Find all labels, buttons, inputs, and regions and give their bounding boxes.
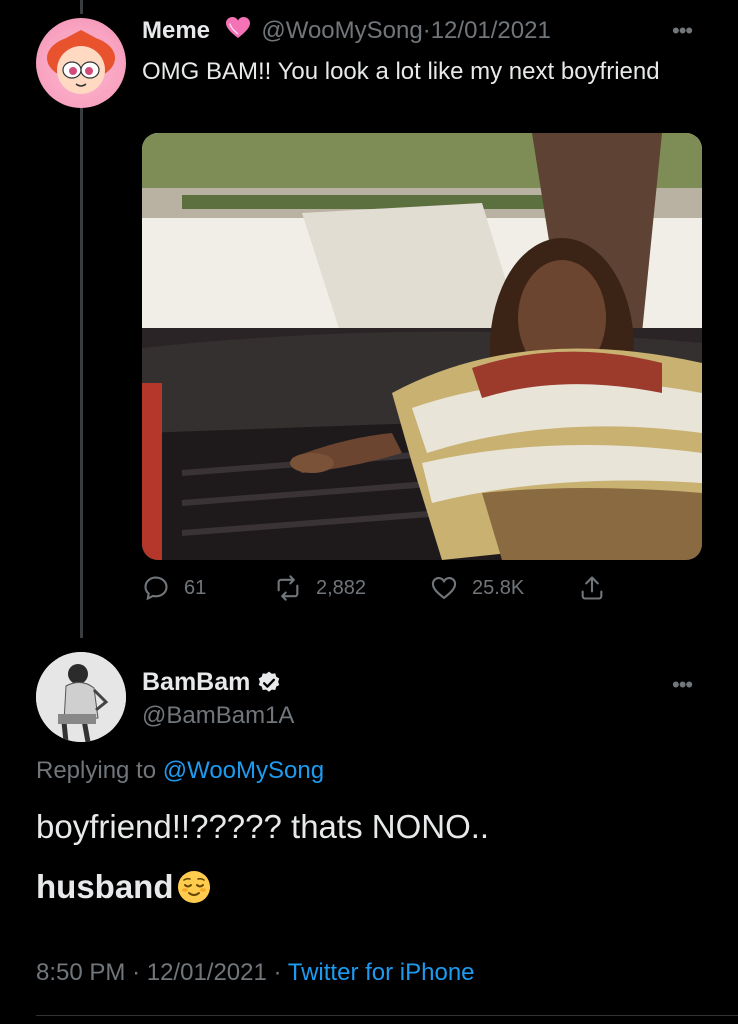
separator-dot: · — [132, 959, 141, 986]
tweet-text-line-1: boyfriend!!????? thats NONO.. — [36, 808, 490, 845]
tweet-text-line-2: husband — [36, 868, 212, 906]
display-name[interactable]: Meme — [142, 17, 210, 44]
replying-to-line: Replying to @WooMySong — [36, 757, 324, 785]
verified-badge-icon — [259, 671, 280, 692]
pink-heart-icon — [225, 16, 251, 47]
tweet-media-image[interactable] — [142, 133, 702, 560]
user-handle[interactable]: @WooMySong — [261, 17, 422, 44]
tweet-header: BamBam — [142, 668, 282, 697]
tweet-actions: 61 2,882 25.8K — [142, 574, 622, 610]
retweet-button[interactable]: 2,882 — [274, 574, 366, 602]
separator-dot: · — [273, 959, 282, 986]
reply-count: 61 — [184, 576, 207, 599]
tweet-source-link[interactable]: Twitter for iPhone — [288, 959, 475, 986]
tweet-text-husband: husband — [36, 868, 174, 905]
divider — [36, 1015, 738, 1016]
share-button[interactable] — [578, 574, 620, 602]
like-heart-icon — [431, 577, 457, 600]
retweet-icon — [277, 575, 299, 601]
like-button[interactable]: 25.8K — [430, 574, 524, 602]
tweet-date[interactable]: 12/01/2021 — [147, 959, 267, 986]
retweet-count: 2,882 — [316, 576, 367, 599]
tweet-time[interactable]: 8:50 PM — [36, 959, 125, 986]
display-name[interactable]: BamBam — [142, 668, 250, 697]
tweet-meta: 8:50 PM · 12/01/2021 · Twitter for iPhon… — [36, 959, 475, 987]
thread-connector-line — [80, 108, 83, 638]
avatar[interactable] — [36, 652, 126, 742]
car-scene-image — [142, 133, 702, 560]
reply-icon — [144, 576, 168, 601]
separator-dot: · — [422, 17, 431, 44]
more-options-icon[interactable]: ••• — [672, 672, 693, 698]
user-handle[interactable]: @BamBam1A — [142, 702, 294, 730]
person-avatar-icon — [36, 652, 126, 742]
tweet-header: Meme @WooMySong·12/01/2021 — [142, 16, 551, 47]
avatar[interactable] — [36, 18, 126, 108]
powerpuff-avatar-icon — [47, 30, 115, 94]
like-count: 25.8K — [472, 576, 525, 599]
relieved-face-emoji-icon — [177, 871, 210, 903]
replying-to-label: Replying to — [36, 757, 157, 784]
replying-to-link[interactable]: @WooMySong — [163, 757, 324, 784]
more-options-icon[interactable]: ••• — [672, 18, 693, 44]
tweet-date[interactable]: 12/01/2021 — [431, 17, 551, 44]
tweet-text: OMG BAM!! You look a lot like my next bo… — [142, 58, 660, 85]
share-icon — [581, 576, 603, 600]
thread-line-top — [80, 0, 83, 14]
reply-button[interactable]: 61 — [142, 574, 206, 602]
